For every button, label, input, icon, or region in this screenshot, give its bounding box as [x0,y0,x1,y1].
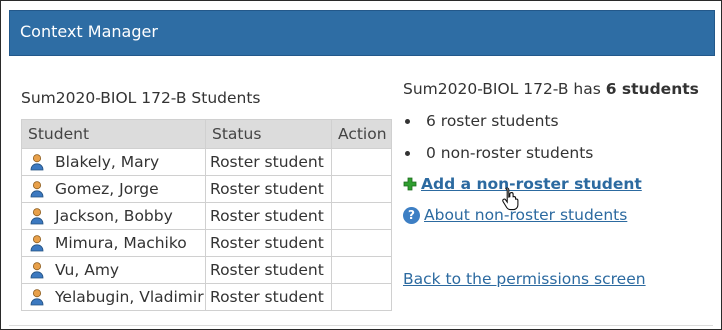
bullet-icon [405,151,410,156]
student-cell: Gomez, Jorge [21,175,206,203]
person-icon [30,181,44,198]
student-name: Blakely, Mary [55,153,160,171]
table-row: Blakely, Mary Roster student [21,148,392,176]
status-cell: Roster student [205,148,332,176]
panel-bottom-divider [9,325,713,326]
action-cell [331,202,392,230]
action-cell [331,148,392,176]
list-item: 6 roster students [403,111,593,143]
status-cell: Roster student [205,175,332,203]
table-row: Mimura, Machiko Roster student [21,229,392,257]
back-to-permissions-label[interactable]: Back to the permissions screen [403,270,646,288]
non-roster-count-text: 0 non-roster students [426,144,594,162]
about-non-roster-students-link[interactable]: ? About non-roster students [403,206,627,224]
student-cell: Mimura, Machiko [21,229,206,257]
status-cell: Roster student [205,256,332,284]
about-non-roster-students-label[interactable]: About non-roster students [424,206,627,224]
column-header-action: Action [331,119,392,149]
course-summary: Sum2020-BIOL 172-B has 6 students [403,80,699,98]
person-icon [30,154,44,171]
action-cell [331,175,392,203]
student-cell: Jackson, Bobby [21,202,206,230]
student-cell: Yelabugin, Vladimir [21,283,206,311]
student-name: Jackson, Bobby [55,207,173,225]
table-row: Yelabugin, Vladimir Roster student [21,283,392,311]
students-table-title: Sum2020-BIOL 172-B Students [21,89,261,107]
students-table: Student Status Action Blakely, Mary Roste… [21,119,392,311]
bullet-icon [405,119,410,124]
student-name: Mimura, Machiko [55,234,187,252]
status-cell: Roster student [205,202,332,230]
list-item: 0 non-roster students [403,143,593,175]
student-count: 6 students [605,80,699,98]
action-cell [331,256,392,284]
table-row: Vu, Amy Roster student [21,256,392,284]
person-icon [30,262,44,279]
back-to-permissions-link[interactable]: Back to the permissions screen [403,269,646,288]
table-header-row: Student Status Action [21,119,392,149]
panel-title: Context Manager [20,22,158,41]
student-cell: Blakely, Mary [21,148,206,176]
context-manager-panel: Context Manager Sum2020-BIOL 172-B Stude… [0,0,722,330]
add-non-roster-student-label[interactable]: Add a non-roster student [421,175,642,193]
student-cell: Vu, Amy [21,256,206,284]
person-icon [30,289,44,306]
table-row: Gomez, Jorge Roster student [21,175,392,203]
table-row: Jackson, Bobby Roster student [21,202,392,230]
panel-header: Context Manager [9,10,715,56]
person-icon [30,235,44,252]
plus-icon [403,177,417,191]
person-icon [30,208,44,225]
column-header-student: Student [21,119,206,149]
action-cell [331,283,392,311]
roster-count-text: 6 roster students [426,112,559,130]
add-non-roster-student-link[interactable]: Add a non-roster student [403,175,642,193]
student-name: Yelabugin, Vladimir [55,288,204,306]
student-name: Gomez, Jorge [55,180,159,198]
status-cell: Roster student [205,229,332,257]
student-name: Vu, Amy [55,261,120,279]
column-header-status: Status [205,119,332,149]
summary-list: 6 roster students 0 non-roster students [403,111,593,175]
summary-prefix: Sum2020-BIOL 172-B has [403,80,606,98]
help-icon: ? [403,206,420,224]
action-cell [331,229,392,257]
status-cell: Roster student [205,283,332,311]
